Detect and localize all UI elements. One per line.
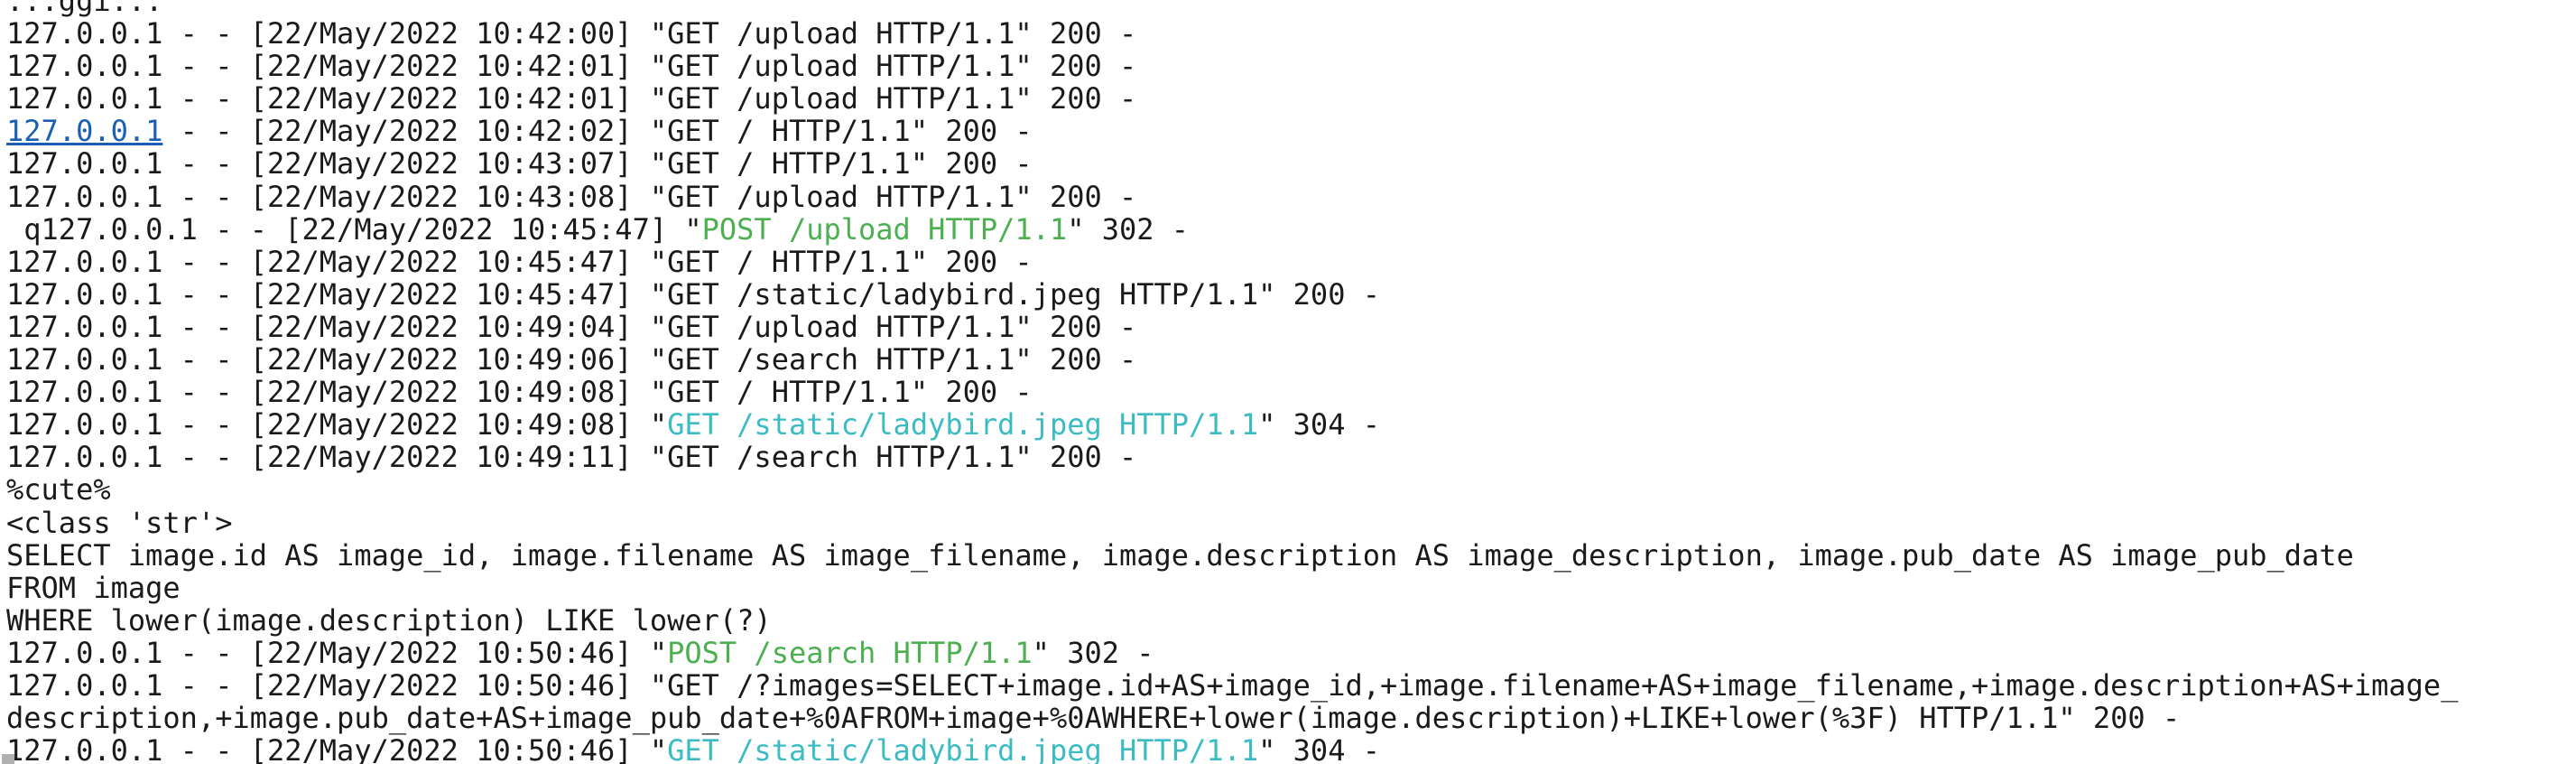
log-text: 127.0.0.1 - - [22/May/2022 10:50:46] " — [6, 635, 668, 670]
log-line: WHERE lower(image.description) LIKE lowe… — [6, 604, 2458, 637]
log-line: 127.0.0.1 - - [22/May/2022 10:50:46] "GE… — [6, 734, 2458, 764]
log-text: " 302 - — [1067, 211, 1190, 247]
log-text: 127.0.0.1 - - [22/May/2022 10:49:08] " — [6, 407, 668, 443]
log-line: ...ggi... — [6, 0, 2458, 17]
log-line: 127.0.0.1 - - [22/May/2022 10:42:01] "GE… — [6, 82, 2458, 115]
log-line: 127.0.0.1 - - [22/May/2022 10:50:46] "PO… — [6, 637, 2458, 669]
log-text: - - [22/May/2022 10:42:02] "GET / HTTP/1… — [162, 114, 1033, 149]
log-text: 127.0.0.1 - - [22/May/2022 10:49:11] "GE… — [6, 440, 1137, 475]
log-line: description,+image.pub_date+AS+image_pub… — [6, 702, 2458, 734]
log-text: 127.0.0.1 - - [22/May/2022 10:49:08] "GE… — [6, 375, 1033, 410]
log-text: <class 'str'> — [6, 505, 233, 540]
log-line: 127.0.0.1 - - [22/May/2022 10:49:11] "GE… — [6, 441, 2458, 473]
log-text: description,+image.pub_date+AS+image_pub… — [6, 701, 2181, 736]
terminal-cursor — [2, 754, 14, 764]
log-text: FROM image — [6, 570, 181, 605]
log-text: 127.0.0.1 - - [22/May/2022 10:42:01] "GE… — [6, 81, 1137, 116]
log-text: 127.0.0.1 - - [22/May/2022 10:42:00] "GE… — [6, 16, 1137, 51]
log-text: " 304 - — [1258, 407, 1380, 443]
log-text: 127.0.0.1 - - [22/May/2022 10:43:07] "GE… — [6, 146, 1033, 182]
log-line: %cute% — [6, 473, 2458, 506]
log-text: %cute% — [6, 472, 111, 508]
log-line: 127.0.0.1 - - [22/May/2022 10:42:00] "GE… — [6, 17, 2458, 50]
log-text: ...ggi... — [6, 0, 163, 18]
log-text: " 302 - — [1032, 635, 1154, 670]
log-text: 127.0.0.1 - - [22/May/2022 10:49:04] "GE… — [6, 309, 1137, 344]
log-text: q127.0.0.1 - - [22/May/2022 10:45:47] " — [6, 211, 702, 247]
ip-link[interactable]: 127.0.0.1 — [6, 114, 162, 148]
cached-request: GET /static/ladybird.jpeg HTTP/1.1 — [667, 407, 1259, 443]
log-text: 127.0.0.1 - - [22/May/2022 10:42:01] "GE… — [6, 49, 1137, 84]
log-text: SELECT image.id AS image_id, image.filen… — [6, 537, 2354, 573]
log-text: WHERE lower(image.description) LIKE lowe… — [6, 602, 772, 638]
log-line: 127.0.0.1 - - [22/May/2022 10:45:47] "GE… — [6, 246, 2458, 278]
log-line: 127.0.0.1 - - [22/May/2022 10:43:07] "GE… — [6, 147, 2458, 180]
log-text: 127.0.0.1 - - [22/May/2022 10:45:47] "GE… — [6, 244, 1033, 279]
log-line: 127.0.0.1 - - [22/May/2022 10:49:08] "GE… — [6, 408, 2458, 441]
log-line: 127.0.0.1 - - [22/May/2022 10:49:08] "GE… — [6, 376, 2458, 408]
log-text: 127.0.0.1 - - [22/May/2022 10:45:47] "GE… — [6, 276, 1380, 312]
cached-request: GET /static/ladybird.jpeg HTTP/1.1 — [667, 733, 1259, 764]
log-line: <class 'str'> — [6, 505, 2458, 540]
log-line: 127.0.0.1 - - [22/May/2022 10:42:01] "GE… — [6, 50, 2458, 82]
log-line: 127.0.0.1 - - [22/May/2022 10:49:04] "GE… — [6, 311, 2458, 343]
log-line: 127.0.0.1 - - [22/May/2022 10:49:06] "GE… — [6, 343, 2458, 376]
log-text: 127.0.0.1 - - [22/May/2022 10:49:06] "GE… — [6, 342, 1137, 377]
log-line: SELECT image.id AS image_id, image.filen… — [6, 539, 2458, 572]
log-line: FROM image — [6, 572, 2458, 604]
log-text: 127.0.0.1 - - [22/May/2022 10:50:46] "GE… — [6, 667, 2459, 703]
log-line: 127.0.0.1 - - [22/May/2022 10:43:08] "GE… — [6, 181, 2458, 213]
terminal-lines: ...ggi... 127.0.0.1 - - [22/May/2022 10:4… — [6, 0, 2458, 764]
log-text: 127.0.0.1 - - [22/May/2022 10:50:46] " — [6, 733, 668, 764]
terminal-output[interactable]: ...ggi... 127.0.0.1 - - [22/May/2022 10:4… — [0, 0, 2576, 764]
log-line: q127.0.0.1 - - [22/May/2022 10:45:47] "P… — [6, 213, 2458, 246]
highlighted-request: POST /upload HTTP/1.1 — [701, 211, 1068, 247]
log-line: 127.0.0.1 - - [22/May/2022 10:45:47] "GE… — [6, 278, 2458, 311]
highlighted-request: POST /search HTTP/1.1 — [667, 635, 1033, 670]
log-line: 127.0.0.1 - - [22/May/2022 10:42:02] "GE… — [6, 115, 2458, 147]
log-text: " 304 - — [1258, 733, 1380, 764]
log-line: 127.0.0.1 - - [22/May/2022 10:50:46] "GE… — [6, 669, 2458, 702]
log-text: 127.0.0.1 - - [22/May/2022 10:43:08] "GE… — [6, 179, 1137, 214]
